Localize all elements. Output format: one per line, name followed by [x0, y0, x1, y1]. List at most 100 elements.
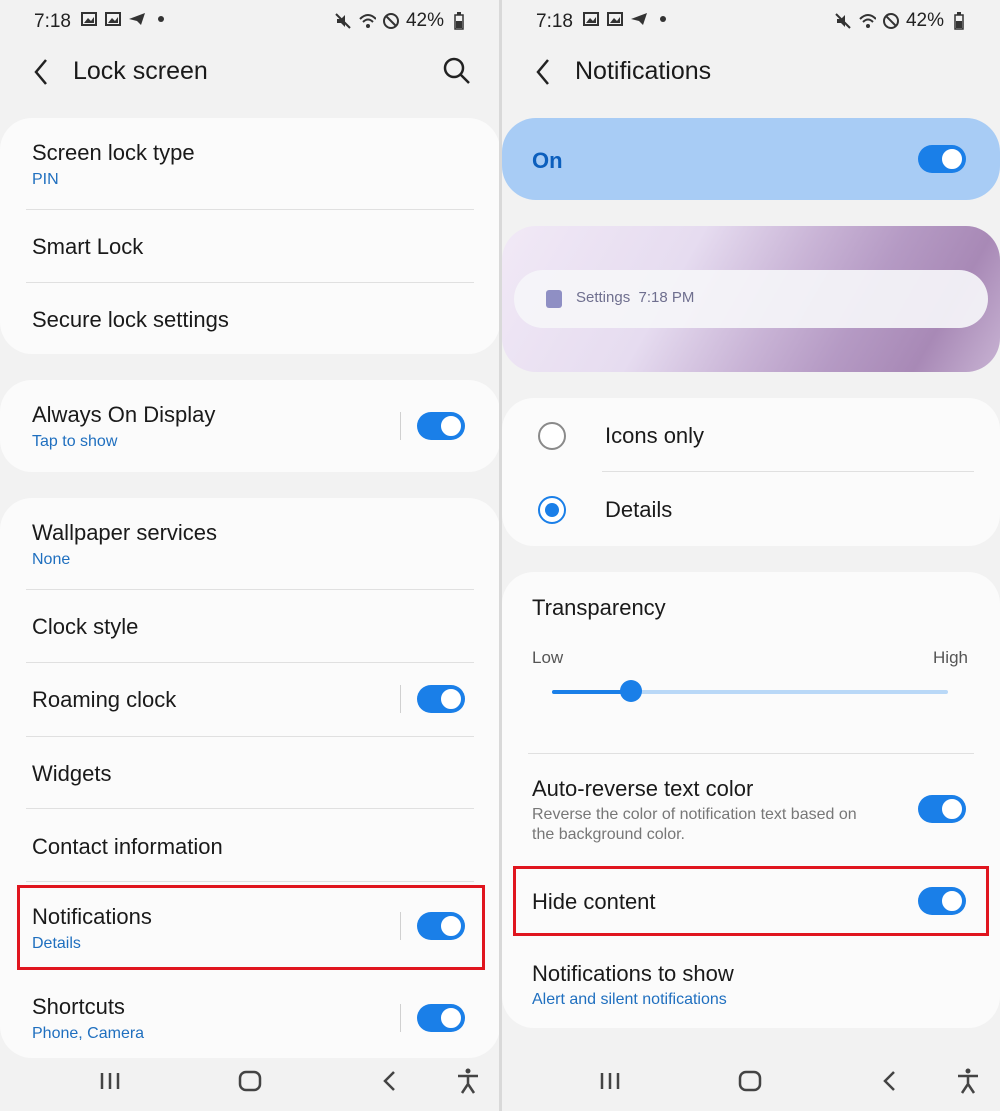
app-bar: Lock screen	[0, 48, 500, 96]
transparency-slider[interactable]	[552, 680, 948, 702]
master-toggle[interactable]	[918, 145, 966, 173]
transparency-label: Transparency	[532, 595, 666, 620]
battery-percent: 42%	[905, 10, 944, 31]
aod-row[interactable]: Always On Display Tap to show	[0, 380, 500, 472]
nav-back-button[interactable]	[376, 1067, 404, 1095]
clock-style-row[interactable]: Clock style	[0, 590, 500, 662]
recents-icon	[600, 1073, 620, 1089]
master-switch-label: On	[532, 148, 563, 173]
secure-lock-row[interactable]: Secure lock settings	[0, 283, 500, 354]
dot-icon	[654, 10, 672, 28]
block-icon	[882, 12, 900, 30]
status-right-icons: 42%	[334, 10, 468, 32]
roaming-clock-label: Roaming clock	[32, 687, 177, 712]
screen-lock-type-value: PIN	[32, 171, 59, 188]
aod-value: Tap to show	[32, 433, 118, 450]
lock-screen-preview: Settings 7:18 PM	[502, 226, 1000, 372]
notifications-settings: 7:18 42% Notifications On Settings 7:18 …	[502, 0, 1000, 1111]
auto-reverse-row[interactable]: Auto-reverse text color Reverse the colo…	[502, 754, 1000, 854]
lock-screen-settings: 7:18 42% Lock screen Screen lock type PI…	[0, 0, 500, 1111]
appearance-card: Wallpaper services None Clock style Roam…	[0, 498, 500, 1058]
accessibility-button[interactable]	[454, 1067, 482, 1095]
page-title: Notifications	[575, 57, 712, 85]
mute-icon	[334, 12, 352, 30]
page-title: Lock screen	[73, 57, 208, 85]
preview-notification: Settings 7:18 PM	[514, 270, 988, 328]
screen-lock-type-row[interactable]: Screen lock type PIN	[0, 118, 500, 210]
notifications-to-show-label: Notifications to show	[532, 961, 734, 986]
auto-reverse-label: Auto-reverse text color	[532, 776, 754, 801]
smart-lock-label: Smart Lock	[32, 234, 144, 259]
back-icon	[383, 1071, 395, 1091]
nav-bar	[502, 1047, 1000, 1111]
home-icon	[738, 1070, 762, 1092]
home-icon	[238, 1070, 262, 1092]
shortcuts-value: Phone, Camera	[32, 1025, 145, 1042]
contact-info-row[interactable]: Contact information	[0, 809, 500, 881]
roaming-clock-toggle[interactable]	[417, 685, 465, 713]
icons-only-radio[interactable]	[538, 422, 566, 450]
gallery-icon	[104, 10, 122, 28]
status-time: 7:18	[536, 11, 573, 32]
notifications-to-show-value: Alert and silent notifications	[532, 991, 727, 1008]
widgets-row[interactable]: Widgets	[0, 737, 500, 808]
transparency-high: High	[933, 648, 968, 667]
details-radio[interactable]	[538, 496, 566, 524]
shortcuts-label: Shortcuts	[32, 994, 125, 1019]
gallery-icon	[606, 10, 624, 28]
app-bar: Notifications	[502, 48, 1000, 96]
accessibility-button[interactable]	[954, 1067, 982, 1095]
home-button[interactable]	[236, 1067, 264, 1095]
search-icon	[443, 57, 470, 84]
wifi-icon	[858, 12, 876, 30]
shortcuts-row[interactable]: Shortcuts Phone, Camera	[0, 972, 500, 1058]
notifications-to-show-row[interactable]: Notifications to show Alert and silent n…	[502, 944, 1000, 1028]
status-left-icons	[582, 10, 672, 28]
style-card: Icons only Details	[502, 398, 1000, 546]
aod-toggle[interactable]	[417, 412, 465, 440]
roaming-clock-row[interactable]: Roaming clock	[0, 663, 500, 736]
back-button[interactable]	[530, 56, 558, 88]
wallpaper-label: Wallpaper services	[32, 520, 218, 545]
style-option-details[interactable]: Details	[502, 472, 1000, 546]
status-time: 7:18	[34, 11, 71, 32]
aod-card: Always On Display Tap to show	[0, 380, 500, 472]
master-switch-bar[interactable]: On	[502, 118, 1000, 200]
accessibility-icon	[458, 1068, 478, 1094]
smart-lock-row[interactable]: Smart Lock	[0, 210, 500, 282]
home-button[interactable]	[736, 1067, 764, 1095]
transparency-low: Low	[532, 648, 564, 667]
nav-back-button[interactable]	[876, 1067, 904, 1095]
shortcuts-toggle[interactable]	[417, 1004, 465, 1032]
mute-icon	[834, 12, 852, 30]
send-icon	[128, 10, 146, 28]
send-icon	[630, 10, 648, 28]
battery-icon	[450, 12, 468, 30]
icons-only-label: Icons only	[605, 423, 705, 448]
recents-button[interactable]	[96, 1067, 124, 1095]
recents-button[interactable]	[596, 1067, 624, 1095]
lock-icon	[546, 290, 562, 308]
status-right-icons: 42%	[834, 10, 968, 32]
auto-reverse-desc-line1: Reverse the color of notification text b…	[532, 806, 857, 823]
contact-info-label: Contact information	[32, 834, 223, 859]
screen-lock-type-label: Screen lock type	[32, 140, 195, 165]
highlight-box	[513, 866, 989, 936]
wallpaper-row[interactable]: Wallpaper services None	[0, 498, 500, 590]
preview-time: 7:18 PM	[638, 289, 695, 306]
search-button[interactable]	[442, 56, 472, 86]
dot-icon	[152, 10, 170, 28]
recents-icon	[100, 1073, 120, 1089]
gallery-icon	[80, 10, 98, 28]
block-icon	[382, 12, 400, 30]
status-bar: 7:18 42%	[502, 8, 1000, 36]
display-card: Transparency Low High Auto-reverse text …	[502, 572, 1000, 1028]
security-card: Screen lock type PIN Smart Lock Secure l…	[0, 118, 500, 354]
style-option-icons-only[interactable]: Icons only	[502, 398, 1000, 472]
auto-reverse-toggle[interactable]	[918, 795, 966, 823]
secure-lock-label: Secure lock settings	[32, 307, 229, 332]
details-label: Details	[605, 497, 673, 522]
widgets-label: Widgets	[32, 761, 112, 786]
nav-bar	[0, 1047, 500, 1111]
back-button[interactable]	[28, 56, 56, 88]
